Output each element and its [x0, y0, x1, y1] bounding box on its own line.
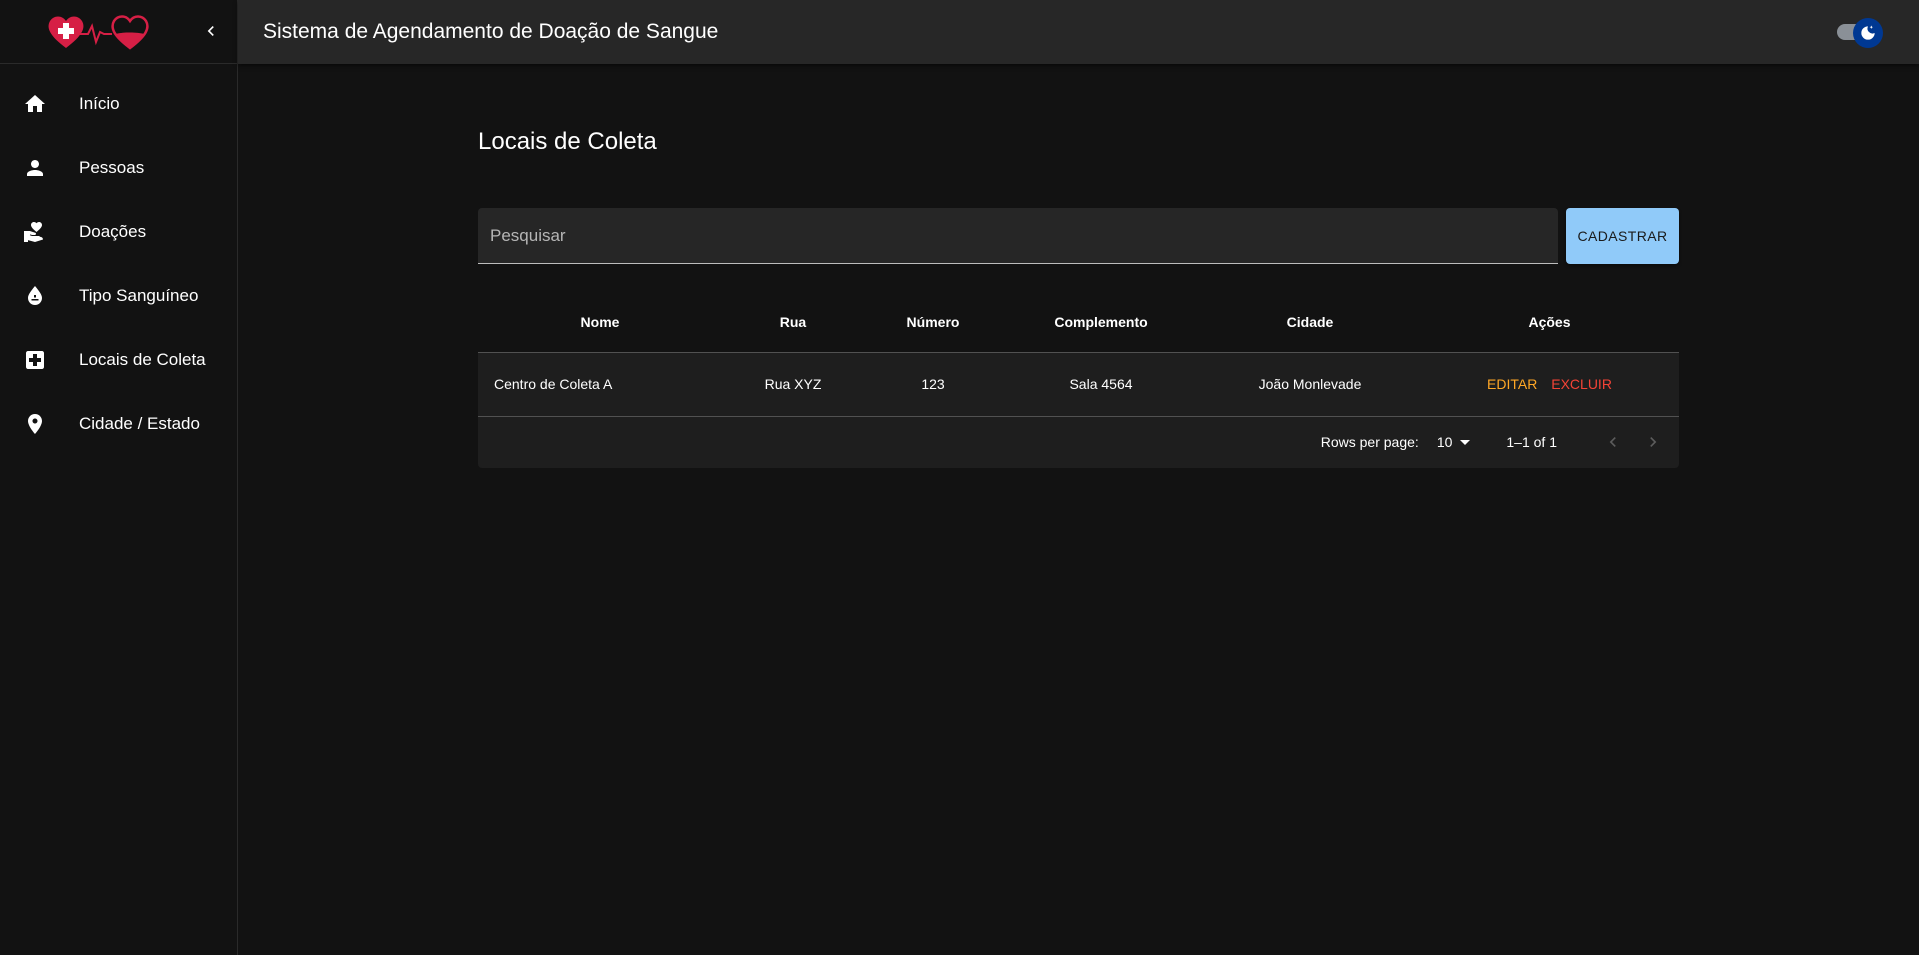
- caret-down-icon: [1460, 439, 1471, 445]
- app-title: Sistema de Agendamento de Doação de Sang…: [263, 20, 719, 43]
- cell-numero: 123: [864, 352, 1002, 417]
- table-pagination: Rows per page: 10 1–1 of 1: [478, 417, 1679, 468]
- cell-nome: Centro de Coleta A: [478, 352, 722, 417]
- sidebar-item-label: Doações: [79, 222, 147, 241]
- page-title: Locais de Coleta: [478, 128, 657, 155]
- medical-cross-icon: [23, 348, 47, 372]
- heart-cross-heartbeat-logo: [48, 15, 149, 50]
- home-icon: [23, 92, 47, 116]
- chevron-left-icon: [1609, 437, 1616, 447]
- sidebar-item-tipo-sanguineo[interactable]: Tipo Sanguíneo: [0, 264, 237, 328]
- data-table: Nome Rua Número Complemento Cidade Ações…: [478, 292, 1679, 468]
- edit-button[interactable]: EDITAR: [1487, 376, 1537, 392]
- sidebar-item-cidade-estado[interactable]: Cidade / Estado: [0, 392, 237, 456]
- chevron-right-icon: [1650, 437, 1657, 447]
- rows-per-page-select[interactable]: 10: [1437, 434, 1471, 450]
- search-field[interactable]: [478, 208, 1558, 264]
- sidebar-item-locais-de-coleta[interactable]: Locais de Coleta: [0, 328, 237, 392]
- cell-acoes: EDITAR EXCLUIR: [1420, 352, 1679, 417]
- column-header-complemento[interactable]: Complemento: [1002, 292, 1200, 353]
- cell-cidade: João Monlevade: [1200, 352, 1420, 417]
- theme-toggle[interactable]: [1833, 18, 1883, 48]
- blood-drop-icon: [23, 284, 47, 308]
- column-header-numero[interactable]: Número: [864, 292, 1002, 353]
- pagination-range: 1–1 of 1: [1506, 434, 1557, 450]
- sidebar-item-label: Pessoas: [79, 158, 145, 177]
- delete-button[interactable]: EXCLUIR: [1551, 376, 1612, 392]
- hand-heart-icon: [23, 220, 47, 244]
- sidebar-item-label: Cidade / Estado: [79, 414, 200, 433]
- column-header-acoes: Ações: [1420, 292, 1679, 353]
- rows-per-page-label: Rows per page:: [1320, 434, 1419, 450]
- chevron-left-icon: [207, 26, 214, 36]
- sidebar-header: [0, 0, 237, 64]
- location-pin-icon: [23, 412, 47, 436]
- previous-page-button[interactable]: [1599, 428, 1627, 456]
- sidebar-item-label: Início: [79, 94, 120, 113]
- column-header-rua[interactable]: Rua: [722, 292, 864, 353]
- table-header-row: Nome Rua Número Complemento Cidade Ações: [478, 292, 1679, 353]
- moon-icon: [1861, 25, 1875, 40]
- sidebar-item-label: Tipo Sanguíneo: [79, 286, 199, 305]
- table-row: Centro de Coleta A Rua XYZ 123 Sala 4564…: [478, 352, 1679, 417]
- sidebar-item-pessoas[interactable]: Pessoas: [0, 136, 237, 200]
- cell-rua: Rua XYZ: [722, 352, 864, 417]
- rows-per-page-value: 10: [1436, 434, 1453, 450]
- column-header-nome[interactable]: Nome: [478, 292, 722, 353]
- sidebar-item-label: Locais de Coleta: [79, 350, 206, 369]
- sidebar: Início Pessoas Doações Tipo Sanguíneo Lo…: [0, 0, 238, 955]
- app-bar: Sistema de Agendamento de Doação de Sang…: [238, 0, 1919, 64]
- person-icon: [23, 156, 47, 180]
- sidebar-item-inicio[interactable]: Início: [0, 72, 237, 136]
- column-header-cidade[interactable]: Cidade: [1200, 292, 1420, 353]
- cadastrar-button[interactable]: CADASTRAR: [1566, 208, 1679, 264]
- toggle-thumb: [1853, 18, 1883, 48]
- sidebar-collapse-button[interactable]: [194, 14, 228, 48]
- next-page-button[interactable]: [1639, 428, 1667, 456]
- cell-complemento: Sala 4564: [1002, 352, 1200, 417]
- sidebar-nav: Início Pessoas Doações Tipo Sanguíneo Lo…: [0, 64, 237, 456]
- search-input[interactable]: [478, 208, 1558, 263]
- sidebar-item-doacoes[interactable]: Doações: [0, 200, 237, 264]
